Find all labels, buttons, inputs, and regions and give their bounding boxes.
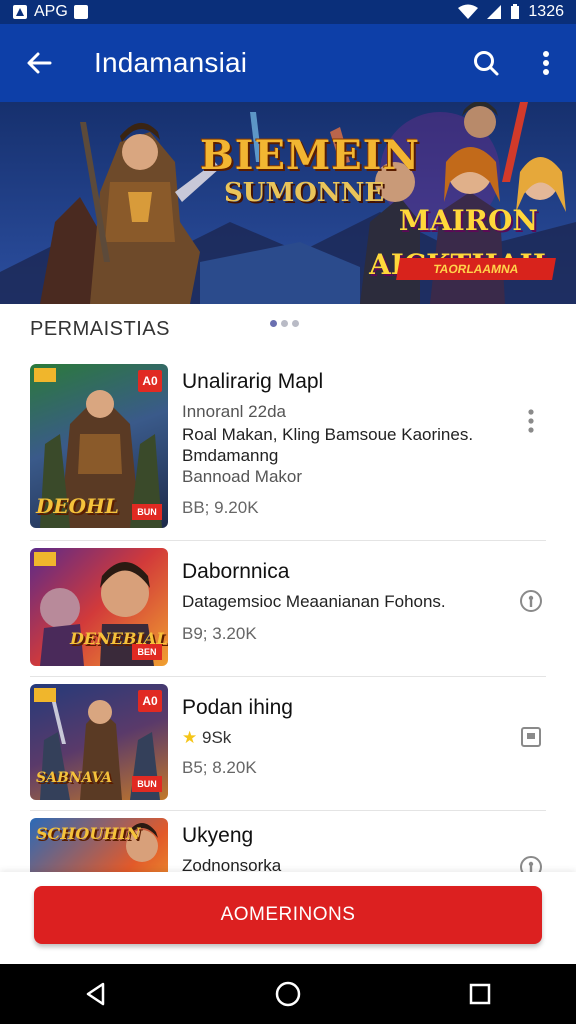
item-description-2: Bmdamanng — [182, 446, 279, 465]
page-dot-1[interactable] — [270, 320, 277, 327]
nav-recents-icon — [469, 983, 491, 1005]
list-item[interactable]: DENEBIAL BEN Dabornnica Datagemsioc Meaa… — [0, 540, 576, 676]
item-developer: Bannoad Makor — [182, 467, 303, 486]
item-meta: B5; 8.20K — [182, 758, 257, 777]
game-thumbnail: SCHOUHIN — [30, 818, 168, 872]
thumbnail-tag: BUN — [132, 504, 162, 520]
item-description: Datagemsioc Meaanianan Fohons. — [182, 592, 446, 611]
clock-text: 1326 — [528, 3, 564, 20]
search-button[interactable] — [456, 24, 516, 102]
item-subtitle: Innoranl 22da — [182, 402, 286, 421]
list-item[interactable]: A0 DEOHL BUN Unalirarig Mapl Innoranl 22… — [0, 350, 576, 540]
nav-back-button[interactable] — [66, 964, 126, 1024]
nav-recents-button[interactable] — [450, 964, 510, 1024]
arrow-left-icon — [27, 52, 52, 74]
primary-action-button[interactable]: AOMERINONS — [34, 886, 542, 944]
wifi-icon — [458, 4, 479, 19]
thumbnail-logo: SABNAVA — [36, 770, 113, 786]
more-vertical-icon — [543, 51, 549, 75]
page-title: Indamansiai — [94, 47, 248, 78]
item-info-button[interactable] — [518, 588, 544, 614]
thumbnail-logo: SCHOUHIN — [36, 824, 141, 843]
section-title: PERMAISTIAS — [30, 318, 170, 340]
item-title: Ukyeng — [182, 824, 254, 847]
item-description: Roal Makan, Kling Bamsoue Kaorines. — [182, 425, 474, 444]
info-circle-icon — [520, 590, 542, 612]
status-bar: APG 1326 — [0, 0, 576, 24]
thumbnail-corner-tag — [34, 552, 56, 566]
item-title: Unalirarig Mapl — [182, 370, 324, 393]
item-info-button[interactable] — [518, 854, 544, 872]
thumbnail-corner-tag — [34, 688, 56, 702]
carrier-text: APG — [34, 3, 68, 20]
item-title: Dabornnica — [182, 560, 290, 583]
banner-subtitle: SUMONNE — [224, 178, 385, 208]
age-rating-badge: A0 — [138, 370, 162, 392]
status-right: 1326 — [458, 3, 564, 21]
status-left: APG — [12, 3, 88, 21]
app-bar: Indamansiai — [0, 24, 576, 102]
thumbnail-logo: DEOHL — [36, 494, 119, 518]
thumbnail-corner-tag — [34, 368, 56, 382]
item-title: Podan ihing — [182, 696, 293, 719]
system-navigation-bar — [0, 964, 576, 1024]
rating-count: 9Sk — [201, 728, 232, 747]
nav-home-button[interactable] — [258, 964, 318, 1024]
signal-icon — [487, 5, 502, 19]
item-description: Zodnonsorka — [182, 856, 282, 872]
banner-ribbon: TAORLAAMNA — [396, 258, 556, 280]
banner-title-right-1: MAIRON — [398, 204, 538, 237]
carousel-page-indicator[interactable] — [270, 320, 299, 327]
page-dot-2[interactable] — [281, 320, 288, 327]
back-button[interactable] — [0, 24, 78, 102]
game-thumbnail: A0 SABNAVA BUN — [30, 684, 168, 800]
nav-back-icon — [86, 982, 105, 1006]
bottom-action-area: AOMERINONS — [0, 872, 576, 964]
item-action-button[interactable] — [518, 724, 544, 750]
lock-icon — [73, 5, 88, 19]
square-outline-icon — [521, 727, 541, 747]
info-circle-icon — [520, 856, 542, 872]
notification-icon — [13, 5, 27, 19]
list-item[interactable]: A0 SABNAVA BUN Podan ihing ★ 9Sk B5; 8.2… — [0, 676, 576, 810]
search-icon — [474, 51, 499, 76]
age-rating-badge: A0 — [138, 690, 162, 712]
thumbnail-tag: BUN — [132, 776, 162, 792]
banner-title: BIEMEIN — [200, 132, 421, 179]
item-rating: ★ 9Sk — [182, 728, 231, 748]
game-thumbnail: A0 DEOHL BUN — [30, 364, 168, 528]
page-dot-3[interactable] — [292, 320, 299, 327]
list-item[interactable]: SCHOUHIN Ukyeng Zodnonsorka — [0, 810, 576, 872]
item-more-button[interactable] — [518, 408, 544, 434]
thumbnail-tag: BEN — [132, 644, 162, 660]
item-meta: B9; 3.20K — [182, 624, 257, 643]
item-meta: BB; 9.20K — [182, 498, 259, 517]
more-vertical-icon — [528, 409, 534, 433]
overflow-menu-button[interactable] — [516, 24, 576, 102]
game-thumbnail: DENEBIAL BEN — [30, 548, 168, 666]
nav-home-icon — [275, 981, 301, 1007]
featured-banner[interactable]: BIEMEIN SUMONNE MAIRON AICKTHAH TAORLAAM… — [0, 102, 576, 304]
star-icon: ★ — [182, 728, 198, 747]
battery-icon — [511, 4, 520, 19]
